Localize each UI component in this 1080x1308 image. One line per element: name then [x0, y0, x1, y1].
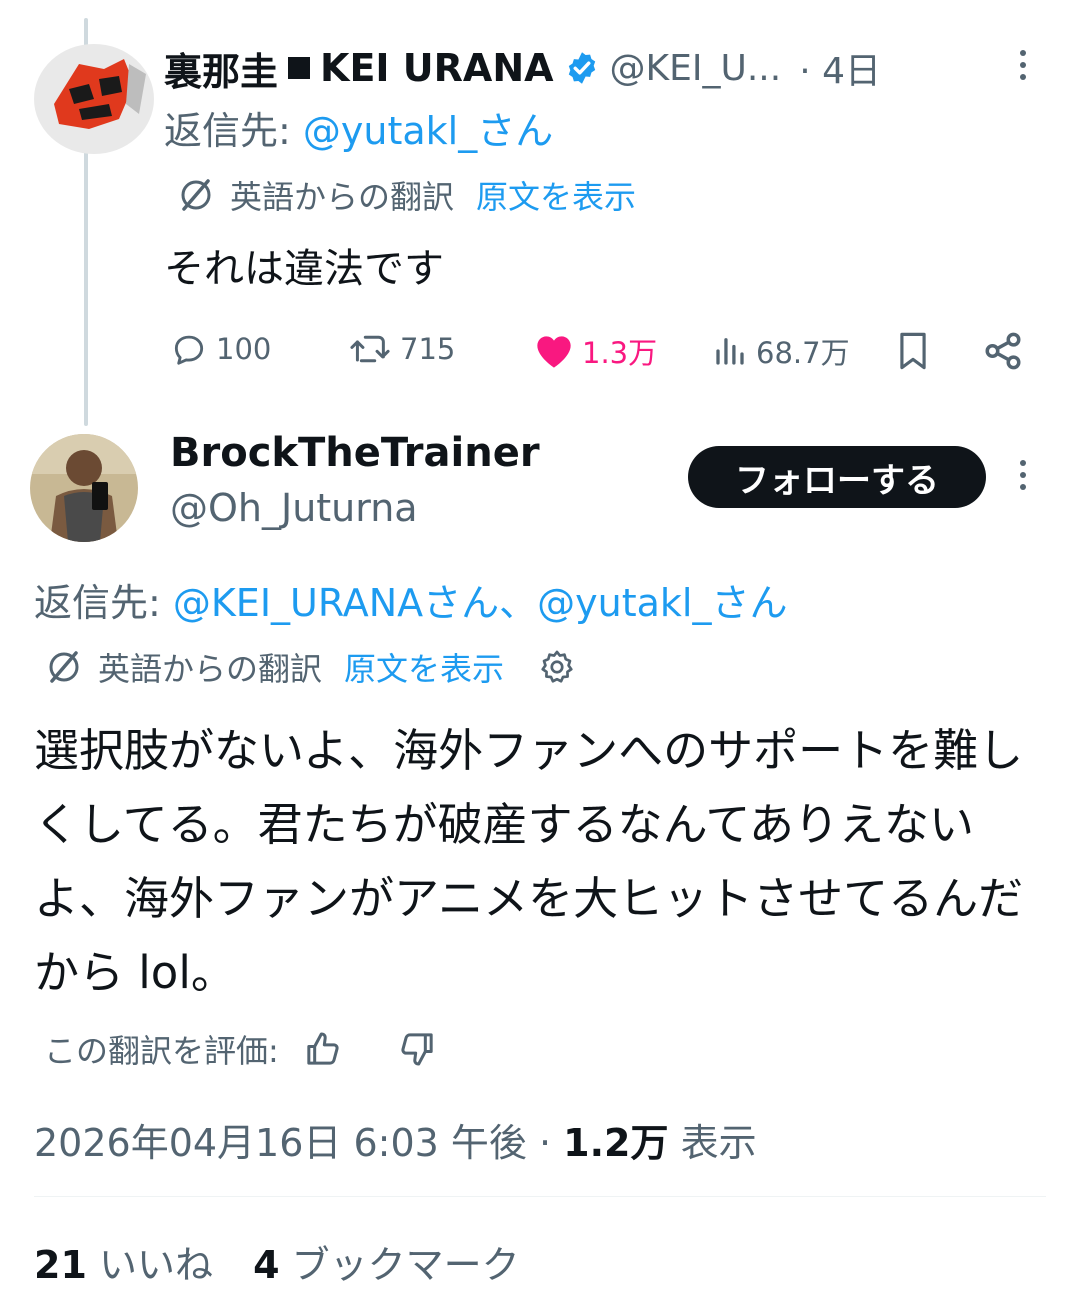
- tweet1-time[interactable]: · 4日: [799, 42, 881, 94]
- share-icon: [985, 332, 1021, 370]
- likes-stat[interactable]: 21 いいね: [34, 1243, 213, 1287]
- tweet1-handle[interactable]: @KEI_U...: [610, 48, 782, 89]
- follow-button[interactable]: フォローする: [688, 446, 986, 508]
- views-button[interactable]: 68.7万: [712, 330, 850, 372]
- reply-prefix: 返信先:: [34, 581, 173, 625]
- tweet1-more-icon[interactable]: [1020, 50, 1026, 80]
- rate-translation-label: この翻訳を評価:: [44, 1032, 279, 1070]
- avatar-kei-urana[interactable]: [34, 44, 154, 154]
- share-button[interactable]: [982, 330, 1024, 372]
- bookmarks-count: 4: [253, 1243, 280, 1287]
- rate-translation-bar: この翻訳を評価:: [44, 1026, 437, 1072]
- translate-icon: [176, 175, 216, 215]
- tweet1-translation-bar: 英語からの翻訳 原文を表示: [176, 172, 636, 218]
- bookmark-button[interactable]: [894, 330, 932, 372]
- likes-count: 21: [34, 1243, 87, 1287]
- tweet1-header: 裏那圭 KEI URANA @KEI_U... · 4日: [164, 42, 881, 94]
- tweet1-name-suffix[interactable]: KEI URANA: [320, 46, 554, 90]
- avatar-brock[interactable]: [30, 434, 138, 542]
- likes-label: いいね: [86, 1243, 213, 1287]
- tweet2-engagement: 21 いいね 4 ブックマーク: [34, 1234, 520, 1289]
- translate-icon: [44, 647, 84, 687]
- tweet2-text: 選択肢がないよ、海外ファンへのサポートを難しくしてる。君たちが破産するなんてあり…: [34, 724, 1024, 999]
- heart-filled-icon: [537, 336, 571, 368]
- reply-prefix: 返信先:: [164, 109, 303, 153]
- translated-from-label: 英語からの翻訳: [98, 650, 323, 688]
- show-original-link[interactable]: 原文を表示: [344, 644, 504, 690]
- repost-count: 715: [400, 332, 456, 366]
- like-count: 1.3万: [582, 336, 658, 370]
- thumbs-down-icon[interactable]: [397, 1029, 437, 1069]
- bookmarks-label: ブックマーク: [279, 1243, 520, 1287]
- reply-count: 100: [216, 332, 272, 366]
- repost-icon: [350, 335, 390, 363]
- tweet1-text: それは違法です: [164, 246, 444, 292]
- views-chart-icon: [716, 338, 744, 365]
- views-count: 68.7万: [756, 336, 850, 370]
- bookmark-icon: [900, 332, 926, 370]
- tweet1-display-name[interactable]: 裏那圭: [164, 41, 278, 96]
- tweet2-timestamp[interactable]: 2026年04月16日 6:03 午後: [34, 1121, 527, 1165]
- tweet2-more-icon[interactable]: [1020, 460, 1026, 490]
- reply-to-links[interactable]: @KEI_URANAさん、@yutakl_さん: [173, 581, 788, 625]
- like-button[interactable]: 1.3万: [534, 330, 657, 372]
- bookmarks-stat[interactable]: 4 ブックマーク: [253, 1243, 520, 1287]
- tweet2-meta: 2026年04月16日 6:03 午後 · 1.2万 表示: [34, 1112, 757, 1167]
- meta-separator: ·: [526, 1121, 564, 1165]
- tweet1-reply-to: 返信先: @yutakl_さん: [164, 100, 553, 155]
- square-icon: [288, 57, 311, 79]
- tweet2-reply-to: 返信先: @KEI_URANAさん、@yutakl_さん: [34, 572, 787, 627]
- thumbs-up-icon[interactable]: [303, 1029, 343, 1069]
- reply-to-link[interactable]: @yutakl_さん: [303, 109, 553, 153]
- tweet2-display-name[interactable]: BrockTheTrainer: [170, 430, 540, 476]
- tweet2-views-count: 1.2万: [563, 1121, 669, 1165]
- tweet2-translation-bar: 英語からの翻訳 原文を表示: [44, 644, 576, 690]
- show-original-link[interactable]: 原文を表示: [476, 172, 636, 218]
- gear-icon[interactable]: [538, 648, 576, 686]
- verified-badge-icon: [564, 50, 600, 86]
- divider: [34, 1196, 1046, 1197]
- translated-from-label: 英語からの翻訳: [230, 178, 455, 216]
- repost-button[interactable]: 715: [348, 330, 455, 368]
- tweet2-handle[interactable]: @Oh_Juturna: [170, 486, 418, 530]
- tweet2-views-label: 表示: [668, 1121, 757, 1165]
- reply-icon: [174, 335, 204, 365]
- reply-button[interactable]: 100: [170, 330, 271, 368]
